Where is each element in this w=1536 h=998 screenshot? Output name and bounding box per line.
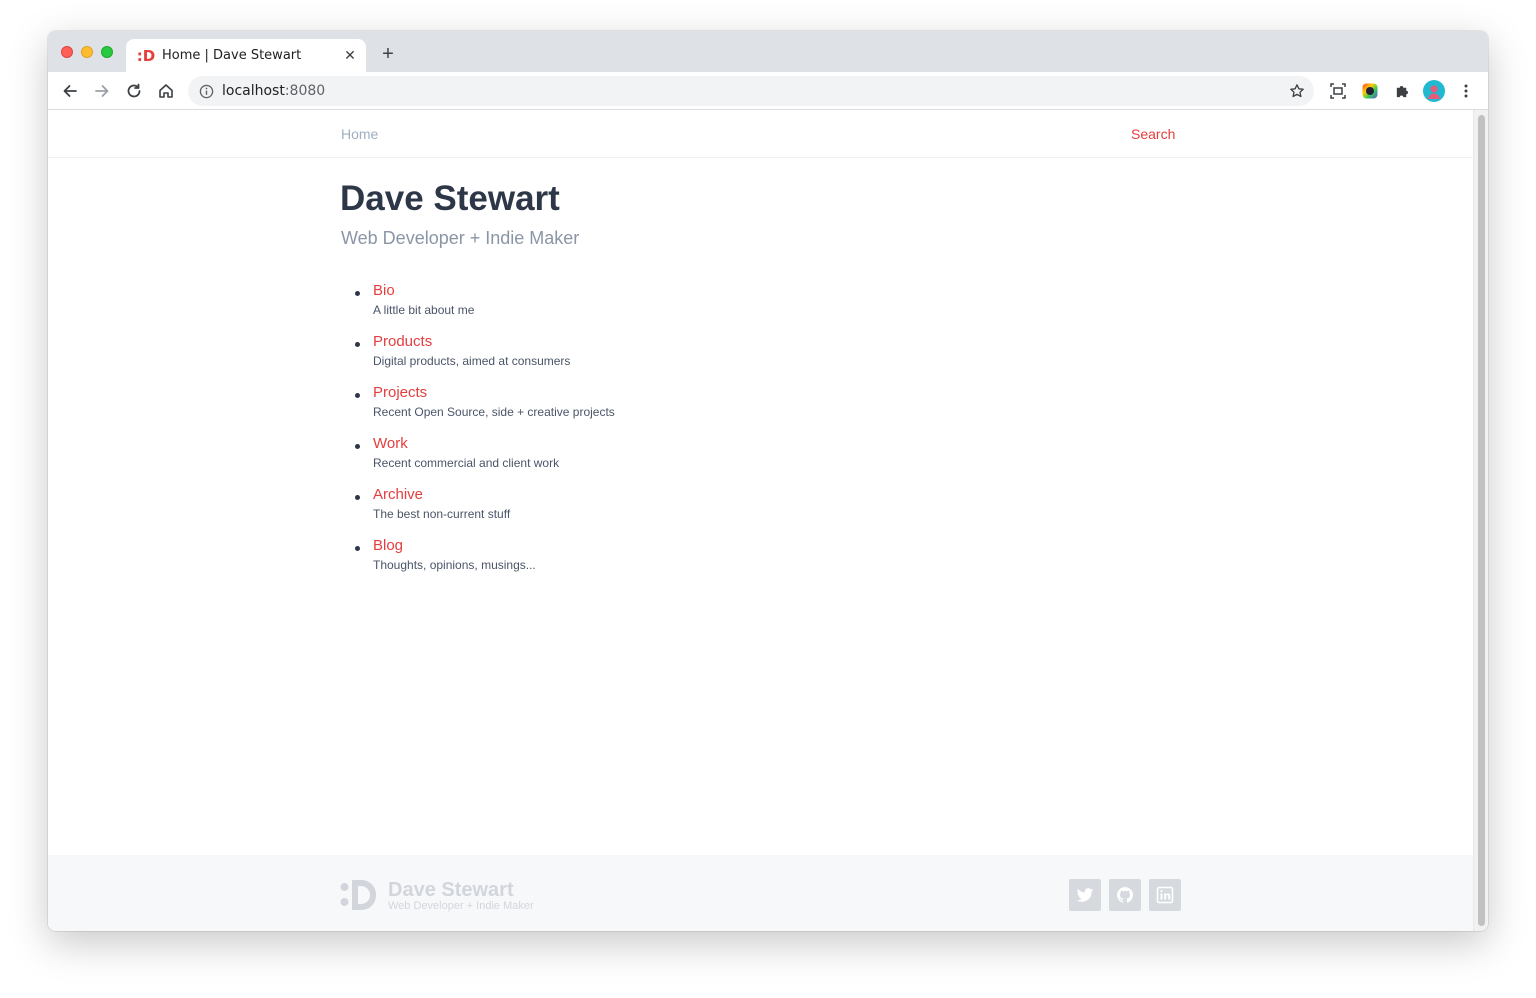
twitter-button[interactable] xyxy=(1069,879,1101,911)
github-button[interactable] xyxy=(1109,879,1141,911)
profile-avatar[interactable] xyxy=(1422,79,1446,103)
page-title: Dave Stewart xyxy=(340,179,560,218)
tab-close-icon[interactable]: ✕ xyxy=(342,47,358,63)
page-subtitle: Web Developer + Indie Maker xyxy=(341,228,580,248)
list-bullet xyxy=(355,291,360,296)
footer-tagline: Web Developer + Indie Maker xyxy=(388,900,534,912)
projects-link[interactable]: Projects xyxy=(373,384,615,402)
page-viewport: Home Search Dave Stewart Web Developer +… xyxy=(48,110,1488,931)
bio-description: A little bit about me xyxy=(373,303,475,317)
reload-button[interactable] xyxy=(122,79,146,103)
minimize-window-button[interactable] xyxy=(81,46,93,58)
arrow-left-icon xyxy=(63,85,77,97)
scrollbar-thumb[interactable] xyxy=(1478,115,1485,926)
more-vertical-icon xyxy=(1464,84,1468,98)
list-item-bio: Bio A little bit about me xyxy=(340,282,615,333)
arrow-right-icon xyxy=(95,85,109,97)
page-scrollbar[interactable] xyxy=(1473,110,1488,931)
list-item-work: Work Recent commercial and client work xyxy=(340,435,615,486)
bookmark-star-icon[interactable] xyxy=(1288,82,1306,100)
browser-window: :D Home | Dave Stewart ✕ + localhost :80… xyxy=(48,31,1488,931)
capture-icon xyxy=(1330,83,1346,99)
puzzle-icon xyxy=(1396,85,1408,97)
archive-description: The best non-current stuff xyxy=(373,507,511,521)
archive-link[interactable]: Archive xyxy=(373,486,615,504)
info-icon[interactable] xyxy=(198,83,214,99)
twitter-icon xyxy=(1076,888,1094,902)
section-list: Bio A little bit about me Products Digit… xyxy=(340,282,615,588)
github-icon xyxy=(1117,887,1133,903)
color-picker-extension-button[interactable] xyxy=(1358,79,1382,103)
footer-name[interactable]: Dave Stewart xyxy=(388,879,514,902)
list-item-products: Products Digital products, aimed at cons… xyxy=(340,333,615,384)
products-link[interactable]: Products xyxy=(373,333,615,351)
extensions-button[interactable] xyxy=(1390,79,1414,103)
bio-link[interactable]: Bio xyxy=(373,282,615,300)
list-item-projects: Projects Recent Open Source, side + crea… xyxy=(340,384,615,435)
site-nav: Home Search xyxy=(48,110,1473,158)
address-port: :8080 xyxy=(284,83,326,99)
list-bullet xyxy=(355,444,360,449)
work-description: Recent commercial and client work xyxy=(373,456,560,470)
tab-title: Home | Dave Stewart xyxy=(162,48,302,63)
linkedin-icon xyxy=(1156,886,1174,904)
list-bullet xyxy=(355,393,360,398)
site-favicon-icon: :D xyxy=(136,46,156,65)
color-wheel-icon xyxy=(1362,83,1378,99)
close-window-button[interactable] xyxy=(61,46,73,58)
tab-strip: :D Home | Dave Stewart ✕ + xyxy=(48,31,1488,72)
list-bullet xyxy=(355,546,360,551)
list-bullet xyxy=(355,495,360,500)
blog-description: Thoughts, opinions, musings... xyxy=(373,558,536,572)
avatar-icon xyxy=(1423,80,1445,102)
site-footer: Dave Stewart Web Developer + Indie Maker xyxy=(48,855,1473,931)
forward-button[interactable] xyxy=(90,79,114,103)
nav-home-link[interactable]: Home xyxy=(341,126,378,142)
linkedin-button[interactable] xyxy=(1149,879,1181,911)
blog-link[interactable]: Blog xyxy=(373,537,615,555)
maximize-window-button[interactable] xyxy=(101,46,113,58)
browser-toolbar: localhost :8080 xyxy=(48,72,1488,110)
reload-icon xyxy=(127,83,141,98)
back-button[interactable] xyxy=(58,79,82,103)
home-icon xyxy=(159,84,173,98)
tab-home[interactable]: :D Home | Dave Stewart ✕ xyxy=(126,39,366,72)
address-host: localhost xyxy=(222,83,285,99)
nav-search-link[interactable]: Search xyxy=(1131,126,1175,142)
products-description: Digital products, aimed at consumers xyxy=(373,354,571,368)
list-item-archive: Archive The best non-current stuff xyxy=(340,486,615,537)
work-link[interactable]: Work xyxy=(373,435,615,453)
home-button[interactable] xyxy=(154,79,178,103)
list-bullet xyxy=(355,342,360,347)
new-tab-button[interactable]: + xyxy=(378,44,398,64)
site-logo-icon[interactable] xyxy=(340,879,378,911)
list-item-blog: Blog Thoughts, opinions, musings... xyxy=(340,537,615,588)
browser-menu-button[interactable] xyxy=(1454,79,1478,103)
screen-capture-button[interactable] xyxy=(1326,79,1350,103)
address-bar[interactable]: localhost :8080 xyxy=(188,76,1314,106)
projects-description: Recent Open Source, side + creative proj… xyxy=(373,405,615,419)
